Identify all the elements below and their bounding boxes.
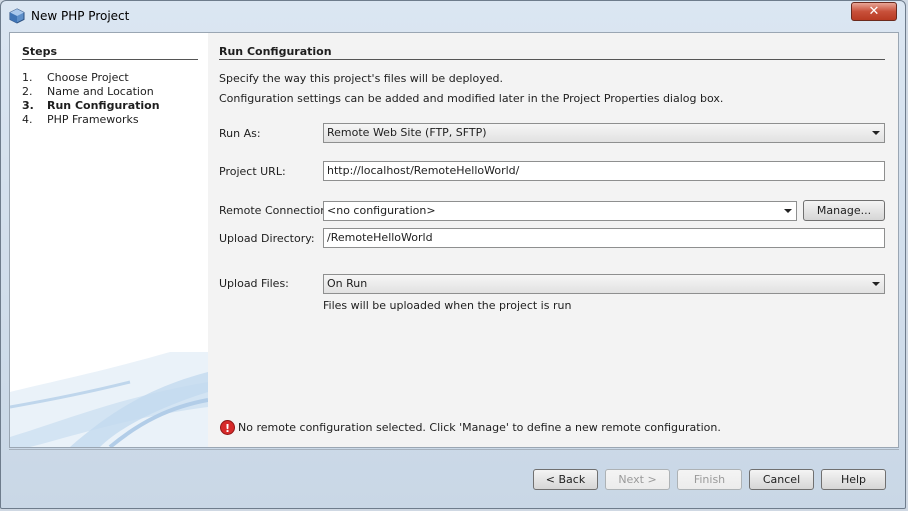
step-label: PHP Frameworks (47, 113, 139, 126)
run-as-value: Remote Web Site (FTP, SFTP) (327, 126, 487, 139)
steps-divider (22, 59, 198, 60)
step-item-name-and-location: 2. Name and Location (22, 85, 160, 99)
close-button[interactable]: ✕ (851, 2, 897, 21)
window-title: New PHP Project (31, 9, 130, 23)
cancel-button[interactable]: Cancel (749, 469, 814, 490)
main-panel: Run Configuration Specify the way this p… (208, 33, 898, 447)
new-php-project-dialog: New PHP Project ✕ Steps 1. Choose Projec… (0, 0, 906, 509)
step-number: 3. (22, 99, 34, 112)
upload-files-value: On Run (327, 277, 368, 290)
panel-divider (219, 59, 885, 60)
error-message: No remote configuration selected. Click … (238, 421, 721, 434)
remote-connection-dropdown[interactable]: <no configuration> (323, 201, 797, 221)
chevron-down-icon[interactable] (779, 202, 796, 220)
upload-directory-field[interactable]: /RemoteHelloWorld (323, 228, 885, 248)
error-message-row: ! No remote configuration selected. Clic… (220, 420, 721, 435)
description-line-1: Specify the way this project's files wil… (219, 72, 503, 85)
steps-heading: Steps (22, 45, 58, 58)
remote-connection-value: <no configuration> (327, 204, 436, 217)
decorative-swoosh-graphic (10, 352, 208, 447)
step-item-php-frameworks: 4. PHP Frameworks (22, 113, 160, 127)
step-number: 4. (22, 113, 33, 126)
finish-button[interactable]: Finish (677, 469, 742, 490)
run-as-label: Run As: (219, 127, 261, 140)
back-button[interactable]: < Back (533, 469, 598, 490)
step-number: 1. (22, 71, 33, 84)
upload-directory-label: Upload Directory: (219, 232, 315, 245)
step-item-run-configuration: 3. Run Configuration (22, 99, 160, 113)
footer-divider (9, 449, 899, 450)
error-icon: ! (220, 420, 235, 435)
step-number: 2. (22, 85, 33, 98)
chevron-down-icon[interactable] (867, 275, 884, 293)
panel-heading: Run Configuration (219, 45, 332, 58)
step-label: Name and Location (47, 85, 154, 98)
remote-connection-label: Remote Connection: (219, 204, 331, 217)
upload-files-dropdown[interactable]: On Run (323, 274, 885, 294)
step-label: Choose Project (47, 71, 129, 84)
description-line-2: Configuration settings can be added and … (219, 92, 724, 105)
project-url-label: Project URL: (219, 165, 286, 178)
help-button[interactable]: Help (821, 469, 886, 490)
manage-button[interactable]: Manage... (803, 200, 885, 221)
project-url-field[interactable]: http://localhost/RemoteHelloWorld/ (323, 161, 885, 181)
steps-list: 1. Choose Project 2. Name and Location 3… (22, 71, 160, 127)
next-button[interactable]: Next > (605, 469, 670, 490)
steps-panel: Steps 1. Choose Project 2. Name and Loca… (10, 33, 208, 447)
chevron-down-icon[interactable] (867, 124, 884, 142)
wizard-content: Steps 1. Choose Project 2. Name and Loca… (9, 32, 899, 448)
run-as-dropdown[interactable]: Remote Web Site (FTP, SFTP) (323, 123, 885, 143)
step-label: Run Configuration (47, 99, 160, 112)
title-bar[interactable]: New PHP Project ✕ (1, 1, 905, 31)
step-item-choose-project: 1. Choose Project (22, 71, 160, 85)
upload-files-hint: Files will be uploaded when the project … (323, 299, 572, 312)
netbeans-cube-icon (9, 8, 25, 24)
upload-files-label: Upload Files: (219, 277, 289, 290)
